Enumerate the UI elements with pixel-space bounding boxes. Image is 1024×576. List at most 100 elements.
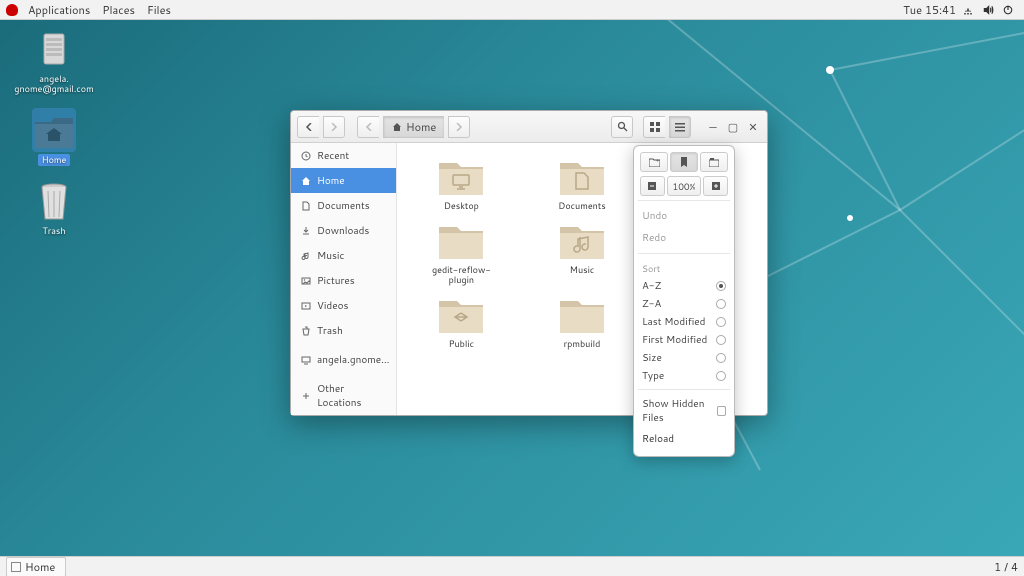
- clock-icon: [301, 151, 311, 161]
- places-menu[interactable]: Places: [96, 2, 141, 18]
- nav-forward-button[interactable]: [323, 116, 345, 138]
- videos-icon: [301, 301, 311, 311]
- new-folder-button[interactable]: +: [640, 152, 668, 172]
- desktop-icon-label: Trash: [42, 226, 65, 236]
- desktop-icon-label: angela. gnome@gmail.com: [14, 74, 93, 94]
- folder-documents[interactable]: Documents: [524, 155, 641, 211]
- plus-icon: [301, 391, 311, 401]
- sidebar-label: Other Locations: [317, 382, 386, 410]
- sidebar-item-other-locations[interactable]: Other Locations: [291, 376, 396, 415]
- search-button[interactable]: [611, 116, 633, 138]
- sidebar-label: Recent: [317, 149, 349, 163]
- workspace-indicator[interactable]: 1 / 4: [994, 559, 1018, 575]
- reload-item[interactable]: Reload: [640, 428, 728, 450]
- sort-label: First Modified: [642, 333, 707, 347]
- show-hidden-toggle[interactable]: Show Hidden Files: [640, 394, 728, 428]
- trash-icon: [36, 181, 72, 223]
- sidebar-item-home[interactable]: Home: [291, 168, 396, 193]
- sidebar-item-videos[interactable]: Videos: [291, 293, 396, 318]
- sort-label: Z-A: [642, 297, 661, 311]
- sidebar-item-trash[interactable]: Trash: [291, 318, 396, 343]
- sort-header: Sort: [640, 258, 728, 277]
- zoom-out-button[interactable]: [640, 176, 665, 196]
- path-label: Home: [406, 119, 436, 135]
- close-button[interactable]: ✕: [745, 119, 761, 135]
- bookmark-icon: [680, 157, 688, 167]
- plus-box-icon: [712, 182, 720, 190]
- path-up-button[interactable]: [357, 116, 379, 138]
- zoom-level-button[interactable]: 100%: [667, 176, 701, 196]
- folder-public[interactable]: Public: [403, 293, 520, 349]
- sidebar-item-pictures[interactable]: Pictures: [291, 268, 396, 293]
- path-next-button[interactable]: [448, 116, 470, 138]
- bookmark-button[interactable]: [670, 152, 698, 172]
- sort-label: A-Z: [642, 279, 661, 293]
- minimize-button[interactable]: —: [705, 119, 721, 135]
- radio-icon: [716, 299, 726, 309]
- titlebar[interactable]: Home — ▢ ✕: [291, 111, 767, 143]
- folder-label: Desktop: [444, 201, 479, 211]
- minus-box-icon: [648, 182, 656, 190]
- sort-option-size[interactable]: Size: [640, 349, 728, 367]
- system-tray[interactable]: [962, 4, 1018, 16]
- sidebar-item-documents[interactable]: Documents: [291, 193, 396, 218]
- icon-view-button[interactable]: [643, 116, 665, 138]
- desktop-icon-server[interactable]: angela. gnome@gmail.com: [18, 28, 90, 94]
- window-icon: [11, 562, 21, 572]
- radio-icon: [716, 281, 726, 291]
- files-menu[interactable]: Files: [141, 2, 177, 18]
- sidebar-item-angela-gnome-[interactable]: angela.gnome…⏏: [291, 347, 396, 372]
- folder-label: gedit-reflow-plugin: [421, 265, 501, 285]
- sidebar-label: Music: [317, 249, 344, 263]
- distro-logo-icon: [6, 4, 18, 16]
- sort-option-type[interactable]: Type: [640, 367, 728, 385]
- sidebar-item-recent[interactable]: Recent: [291, 143, 396, 168]
- radio-icon: [716, 335, 726, 345]
- sidebar: Recent Home DocumentsDownloads Music Picture…: [291, 143, 397, 415]
- folder-icon: [556, 155, 608, 197]
- top-panel: Applications Places Files Tue 15:41: [0, 0, 1024, 20]
- zoom-in-button[interactable]: [703, 176, 728, 196]
- redo-item: Redo: [640, 227, 728, 249]
- radio-icon: [716, 371, 726, 381]
- sidebar-item-music[interactable]: Music: [291, 243, 396, 268]
- sidebar-label: Home: [317, 174, 345, 188]
- sort-label: Last Modified: [642, 315, 705, 329]
- taskbar-item-home[interactable]: Home: [6, 557, 66, 576]
- desktop-icon-label: Home: [38, 154, 71, 166]
- search-icon: [617, 121, 628, 132]
- folder-gedit-reflow-plugin[interactable]: gedit-reflow-plugin: [403, 219, 520, 285]
- desktop-icon-home[interactable]: Home: [18, 108, 90, 166]
- undo-item: Undo: [640, 205, 728, 227]
- radio-icon: [716, 317, 726, 327]
- power-icon: [1002, 4, 1014, 16]
- grid-icon: [650, 122, 660, 132]
- sidebar-item-downloads[interactable]: Downloads: [291, 218, 396, 243]
- clock[interactable]: Tue 15:41: [897, 2, 962, 18]
- folder-desktop[interactable]: Desktop: [403, 155, 520, 211]
- list-icon: [675, 122, 685, 132]
- desktop-icon-trash[interactable]: Trash: [18, 180, 90, 236]
- folder-label: Music: [570, 265, 595, 275]
- sidebar-label: Pictures: [317, 274, 355, 288]
- taskbar-label: Home: [25, 559, 55, 575]
- tab-icon: [709, 158, 719, 167]
- sort-option-z-a[interactable]: Z-A: [640, 295, 728, 313]
- show-hidden-label: Show Hidden Files: [642, 397, 717, 425]
- path-segment-home[interactable]: Home: [383, 116, 444, 138]
- folder-music[interactable]: Music: [524, 219, 641, 285]
- folder-label: Public: [449, 339, 474, 349]
- sort-option-first-modified[interactable]: First Modified: [640, 331, 728, 349]
- sort-option-last-modified[interactable]: Last Modified: [640, 313, 728, 331]
- sort-option-a-z[interactable]: A-Z: [640, 277, 728, 295]
- maximize-button[interactable]: ▢: [725, 119, 741, 135]
- folder-label: rpmbuild: [564, 339, 601, 349]
- nav-back-button[interactable]: [297, 116, 319, 138]
- new-tab-button[interactable]: [700, 152, 728, 172]
- applications-menu[interactable]: Applications: [22, 2, 96, 18]
- view-menu-button[interactable]: [669, 116, 691, 138]
- folder-rpmbuild[interactable]: rpmbuild: [524, 293, 641, 349]
- trash-icon: [301, 326, 311, 336]
- bottom-panel: Home 1 / 4: [0, 556, 1024, 576]
- home-folder-icon: [32, 110, 76, 150]
